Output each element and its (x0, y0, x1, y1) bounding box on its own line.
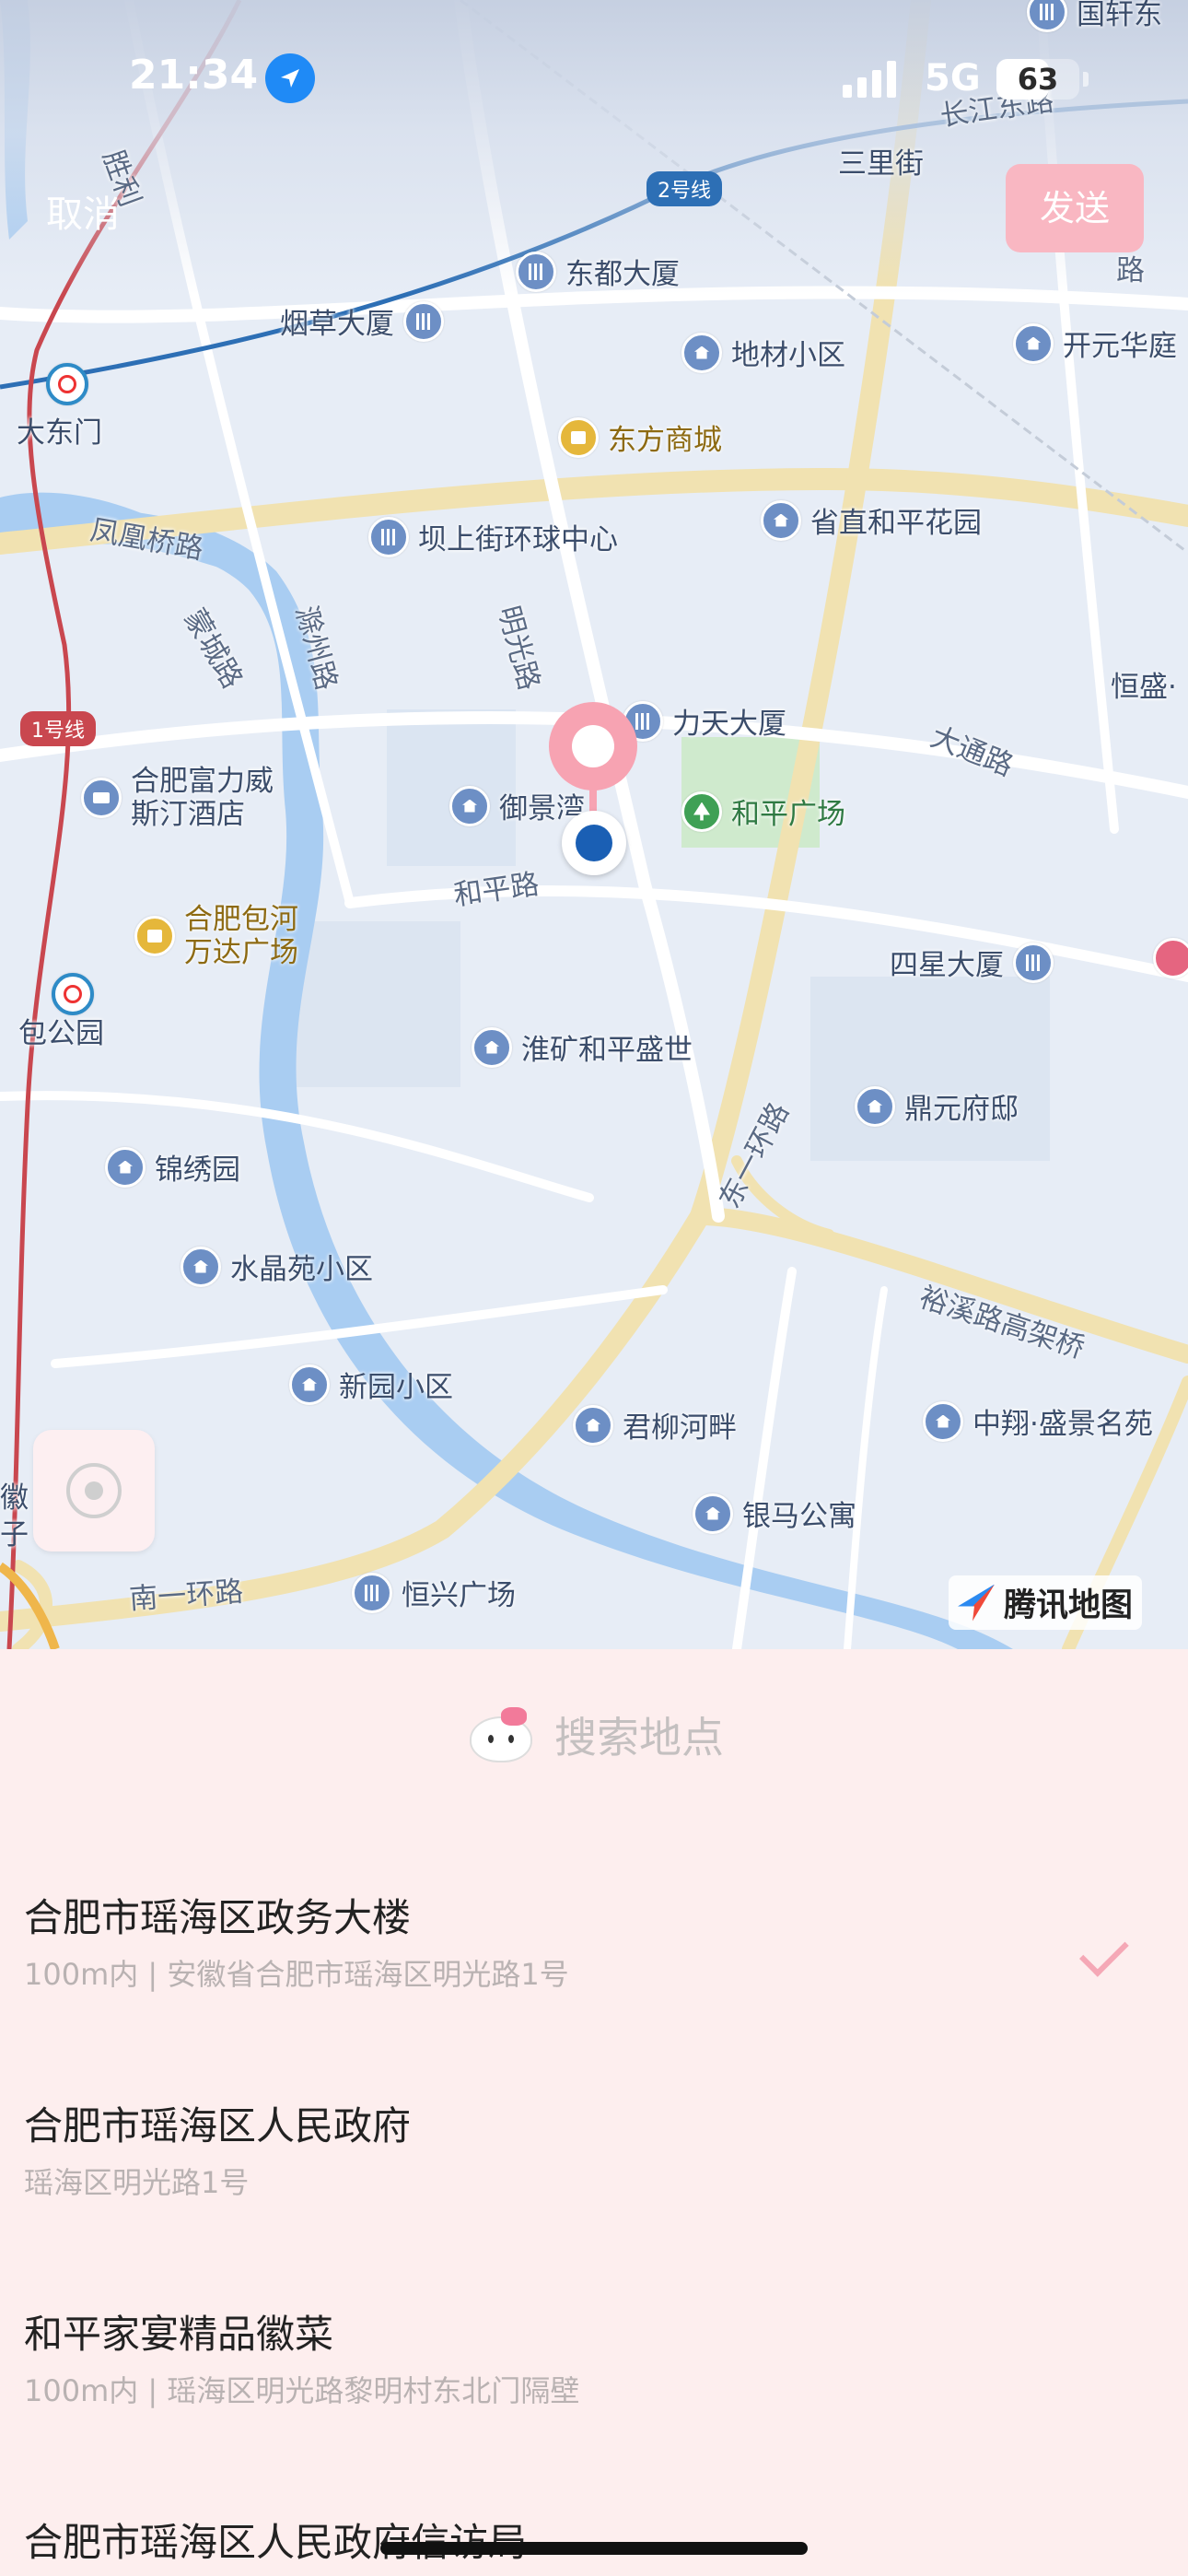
poi-yinma[interactable]: 银马公寓 (693, 1493, 856, 1534)
hello-kitty-icon (464, 1707, 534, 1762)
poi-yancao[interactable]: 烟草大厦 (280, 300, 444, 342)
house-icon (573, 1404, 613, 1446)
poi-hengxing[interactable]: 恒兴广场 (352, 1572, 516, 1613)
location-sheet: 搜索地点 合肥市瑶海区政务大楼 100m内 | 安徽省合肥市瑶海区明光路1号 合… (0, 1649, 1188, 2576)
crosshair-icon (66, 1463, 122, 1518)
poi-jinxiu[interactable]: 锦绣园 (105, 1146, 240, 1188)
list-item[interactable]: 和平家宴精品徽菜 100m内 | 瑶海区明光路黎明村东北门隔壁 (0, 2303, 1188, 2512)
locate-me-button[interactable] (33, 1430, 155, 1551)
house-icon (693, 1493, 733, 1534)
list-item[interactable]: 合肥市瑶海区政务大楼 100m内 | 安徽省合肥市瑶海区明光路1号 (0, 1887, 1188, 2095)
poi-dongfang[interactable]: 东方商城 (558, 416, 722, 458)
map-attribution: 腾讯地图 (949, 1575, 1143, 1630)
metro-line1-badge: 1号线 (20, 711, 96, 746)
network-type: 5G (925, 57, 981, 100)
poi-red-marker[interactable] (1153, 938, 1188, 978)
screen: 国轩东 三里街 东都大厦 烟草大厦 地材小区 开元华庭 大东门 东方商城 坝上街… (0, 0, 1188, 2576)
list-item-title: 合肥市瑶海区人民政府信访局 (24, 2520, 528, 2565)
poi-shengzhi[interactable]: 省直和平花园 (761, 499, 982, 541)
poi-dingyuan[interactable]: 鼎元府邸 (855, 1085, 1019, 1127)
list-item-subtitle: 100m内 | 瑶海区明光路黎明村东北门隔壁 (24, 2373, 580, 2408)
poi-bashang[interactable]: 坝上街环球中心 (368, 516, 618, 557)
poi-baogongyuan[interactable]: 包公园 (18, 1010, 104, 1051)
road-lu: 路 (1116, 254, 1145, 287)
metro-line2-badge: 2号线 (646, 171, 722, 206)
list-item-subtitle: 瑶海区明光路1号 (24, 2165, 250, 2200)
poi-dicai[interactable]: 地材小区 (681, 332, 845, 373)
house-icon (681, 332, 722, 373)
poi-zhongxiang[interactable]: 中翔·盛景名苑 (923, 1400, 1153, 1442)
poi-kaiyuan[interactable]: 开元华庭 (1013, 322, 1177, 364)
list-item-title: 合肥市瑶海区政务大楼 (24, 1895, 412, 1940)
house-icon (449, 785, 490, 826)
shopping-icon (558, 416, 599, 458)
tencent-map-logo-icon (958, 1584, 995, 1622)
poi-shuijing[interactable]: 水晶苑小区 (181, 1246, 373, 1287)
building-icon (1013, 942, 1054, 983)
house-icon (855, 1085, 895, 1127)
current-location-icon (562, 811, 626, 875)
battery-percent: 63 (1017, 62, 1059, 97)
poi-litian[interactable]: 力天大厦 (623, 700, 786, 742)
selected-pin-icon (549, 702, 637, 790)
list-item-title: 和平家宴精品徽菜 (24, 2312, 334, 2357)
send-button[interactable]: 发送 (1006, 164, 1144, 252)
poi-dongdu[interactable]: 东都大厦 (516, 251, 680, 292)
poi-hui: 徽 (0, 1481, 29, 1515)
house-icon (1013, 322, 1054, 364)
list-item-subtitle: 100m内 | 安徽省合肥市瑶海区明光路1号 (24, 1957, 569, 1992)
poi-heping-square[interactable]: 和平广场 (681, 790, 845, 832)
hotel-icon (81, 778, 122, 818)
poi-junliu[interactable]: 君柳河畔 (573, 1404, 737, 1446)
poi-yujing[interactable]: 御景湾 (449, 785, 585, 826)
poi-huaikuang[interactable]: 淮矿和平盛世 (472, 1026, 693, 1068)
house-icon (105, 1146, 146, 1188)
house-icon (289, 1364, 330, 1405)
status-time: 21:34 (129, 52, 259, 99)
poi-dadongmen[interactable]: 大东门 (17, 409, 102, 451)
location-arrow-icon (265, 53, 315, 103)
poi-wanda[interactable]: 合肥包河 万达广场 (134, 903, 298, 969)
poi-sixing[interactable]: 四星大厦 (890, 942, 1054, 983)
list-item[interactable]: 合肥市瑶海区人民政府 瑶海区明光路1号 (0, 2095, 1188, 2303)
metro-station-icon (46, 363, 88, 405)
list-item-title: 合肥市瑶海区人民政府 (24, 2103, 412, 2149)
poi-hengsheng[interactable]: 恒盛· (1111, 663, 1177, 705)
cancel-button[interactable]: 取消 (46, 184, 120, 238)
poi-xinyuan[interactable]: 新园小区 (289, 1364, 453, 1405)
shopping-icon (134, 916, 175, 956)
road-nanyihuan: 南一环路 (128, 1575, 245, 1617)
search-bar[interactable]: 搜索地点 (0, 1704, 1188, 1765)
house-icon (761, 499, 801, 541)
poi-zi: 子 (0, 1518, 29, 1551)
poi-fuli-hotel[interactable]: 合肥富力威 斯汀酒店 (81, 765, 274, 831)
signal-icon (843, 61, 896, 98)
checkmark-icon (1076, 1911, 1127, 1948)
poi-dadongmen-metro[interactable] (46, 363, 88, 405)
house-icon (923, 1400, 963, 1442)
building-icon (1027, 0, 1067, 32)
building-icon (403, 300, 444, 342)
home-indicator[interactable] (380, 2542, 808, 2555)
poi-guoxuan[interactable]: 国轩东 (1027, 0, 1162, 32)
building-icon (368, 516, 409, 557)
red-marker-icon (1153, 938, 1188, 978)
park-icon (681, 790, 722, 832)
house-icon (472, 1026, 512, 1068)
battery-icon: 63 (996, 59, 1089, 100)
poi-sanlijie[interactable]: 三里街 (838, 140, 924, 181)
building-icon (516, 251, 556, 292)
search-placeholder: 搜索地点 (554, 1713, 724, 1762)
building-icon (352, 1572, 392, 1613)
house-icon (181, 1246, 221, 1287)
